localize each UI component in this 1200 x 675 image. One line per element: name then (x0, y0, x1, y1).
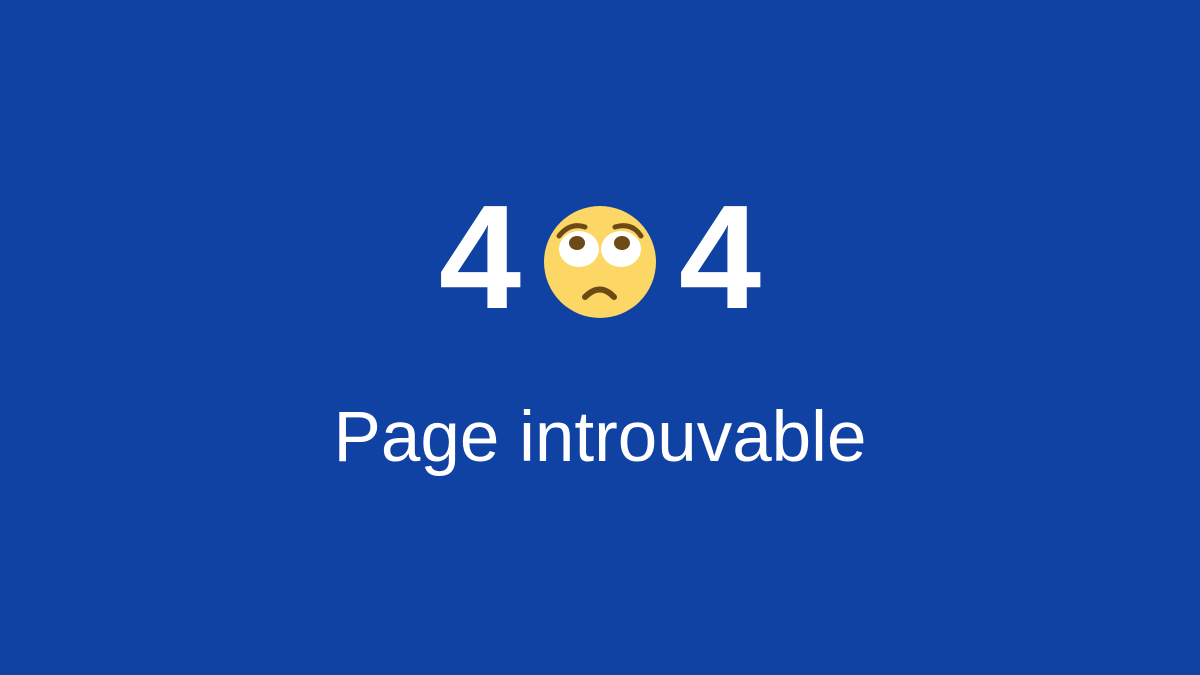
error-code-last-digit: 4 (678, 175, 762, 340)
face-with-rolling-eyes-icon (542, 204, 658, 320)
error-message: Page introuvable (333, 397, 867, 477)
error-page: 4 4 Page introuvable (0, 0, 1200, 675)
error-code: 4 4 (0, 175, 1200, 340)
error-code-first-digit: 4 (438, 175, 522, 340)
